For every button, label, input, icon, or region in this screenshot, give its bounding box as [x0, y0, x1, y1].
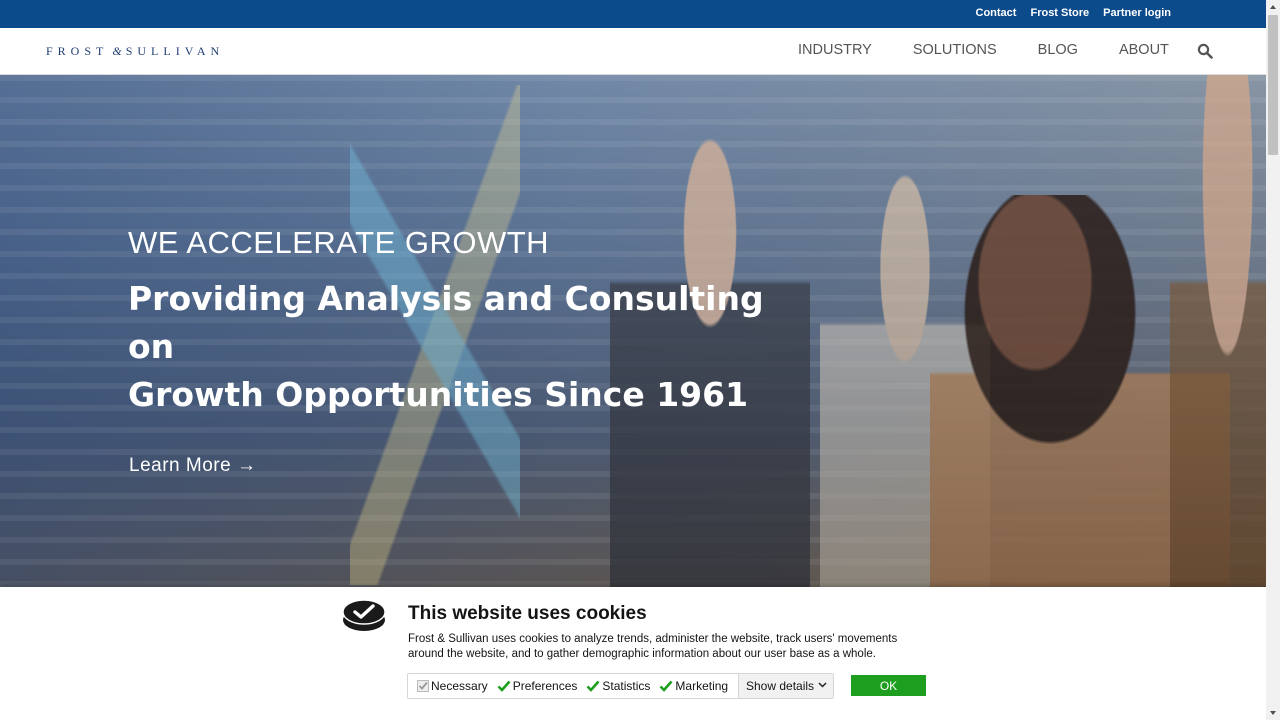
hero-text: WE ACCELERATE GROWTH Providing Analysis … [128, 225, 788, 477]
scroll-down-arrow-icon[interactable] [1266, 706, 1280, 720]
logo-ampersand: & [112, 44, 122, 58]
checkmark-icon [659, 680, 673, 692]
utility-links: Contact Frost Store Partner login [976, 7, 1171, 19]
page-scrollbar[interactable] [1266, 0, 1280, 720]
show-details-label: Show details [746, 679, 815, 693]
frost-store-link[interactable]: Frost Store [1030, 7, 1089, 19]
logo-word-sullivan: SULLIVAN [125, 44, 225, 58]
contact-link[interactable]: Contact [976, 7, 1017, 19]
learn-more-link[interactable]: Learn More → [129, 455, 256, 477]
checkmark-icon [497, 680, 511, 692]
hero-headline: Providing Analysis and Consulting on Gro… [128, 275, 788, 419]
hero-headline-line2: Growth Opportunities Since 1961 [128, 375, 749, 414]
cookie-title: This website uses cookies [408, 603, 647, 624]
search-icon[interactable] [1197, 43, 1213, 59]
marketing-checkbox[interactable]: Marketing [659, 679, 728, 693]
main-nav: INDUSTRY SOLUTIONS BLOG ABOUT [798, 42, 1210, 58]
cookie-description: Frost & Sullivan uses cookies to analyze… [408, 633, 898, 660]
statistics-label: Statistics [602, 679, 651, 693]
nav-solutions[interactable]: SOLUTIONS [913, 42, 997, 58]
utility-bar: Contact Frost Store Partner login [0, 0, 1266, 28]
partner-login-link[interactable]: Partner login [1103, 7, 1171, 19]
chevron-down-icon [818, 682, 827, 688]
nav-about[interactable]: ABOUT [1119, 42, 1169, 58]
hero-banner: WE ACCELERATE GROWTH Providing Analysis … [0, 75, 1266, 587]
marketing-label: Marketing [675, 679, 729, 693]
logo-word-frost: FROST [46, 44, 109, 58]
hero-background-person [1170, 75, 1266, 587]
necessary-label: Necessary [431, 679, 488, 693]
ok-button[interactable]: OK [851, 675, 926, 696]
checkmark-icon [586, 680, 600, 692]
cookiebot-logo-icon [342, 598, 386, 632]
scroll-up-arrow-icon[interactable] [1266, 0, 1280, 14]
main-header: FROST & SULLIVAN INDUSTRY SOLUTIONS BLOG A… [0, 28, 1266, 75]
nav-blog[interactable]: BLOG [1038, 42, 1078, 58]
scrollbar-thumb[interactable] [1268, 15, 1278, 155]
checkbox-checked-disabled-icon [417, 680, 429, 692]
preferences-label: Preferences [512, 679, 578, 693]
necessary-checkbox[interactable]: Necessary [417, 679, 488, 693]
frost-sullivan-logo[interactable]: FROST & SULLIVAN [46, 44, 224, 59]
show-details-dropdown[interactable]: Show details [738, 674, 833, 698]
hero-headline-line1: Providing Analysis and Consulting on [128, 279, 764, 366]
nav-industry[interactable]: INDUSTRY [798, 42, 872, 58]
hero-eyebrow: WE ACCELERATE GROWTH [128, 225, 550, 260]
statistics-checkbox[interactable]: Statistics [586, 679, 650, 693]
preferences-checkbox[interactable]: Preferences [497, 679, 578, 693]
